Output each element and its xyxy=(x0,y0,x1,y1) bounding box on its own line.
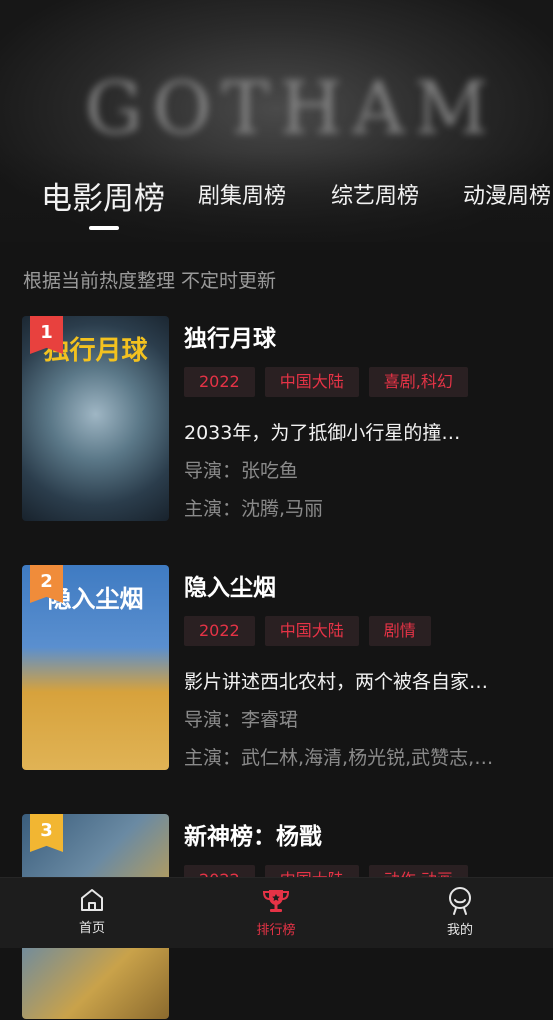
nav-ranking[interactable]: 排行榜 xyxy=(216,878,336,948)
profile-icon xyxy=(449,887,471,915)
movie-card[interactable]: 隐入尘烟 2 隐入尘烟 2022 中国大陆剧情 影片讲述西北农村，两个被各自家庭抛… xyxy=(22,565,553,771)
movie-title[interactable]: 新神榜：杨戬 xyxy=(184,817,322,851)
director-label: 导演： xyxy=(184,709,242,731)
nav-profile[interactable]: 我的 xyxy=(400,878,520,948)
director-label: 导演： xyxy=(184,460,242,482)
movie-director: 导演：张吃鱼 xyxy=(184,456,524,483)
nav-ranking-label: 排行榜 xyxy=(256,923,296,938)
movie-tags: 2022 中国大陆 剧情 xyxy=(184,616,441,646)
movie-poster[interactable]: 隐入尘烟 2 xyxy=(22,565,169,770)
cast-value: 武仁林,海清,杨光锐,武赞志,李生甫 xyxy=(241,747,506,769)
cast-label: 主演： xyxy=(184,747,242,769)
movie-poster[interactable]: 独行月球 1 xyxy=(22,316,169,521)
director-value: 李睿珺 xyxy=(241,709,299,731)
movie-cast: 主演：武仁林,海清,杨光锐,武赞志,李生甫 xyxy=(184,743,506,770)
tag-genre: 喜剧,科幻 xyxy=(368,367,468,397)
tab-series-weekly[interactable]: 剧集周榜 xyxy=(198,178,286,210)
active-tab-indicator xyxy=(89,226,119,230)
tab-variety-weekly[interactable]: 综艺周榜 xyxy=(331,178,419,210)
ranking-subtitle: 根据当前热度整理 不定时更新 xyxy=(23,270,277,292)
hero-banner-text: GOTHAM xyxy=(85,66,499,150)
movie-card[interactable]: 独行月球 1 独行月球 2022 中国大陆 喜剧,科幻 2033年，为了抵御小行星的… xyxy=(22,316,553,522)
tag-region: 中国大陆 xyxy=(264,616,359,646)
trophy-icon xyxy=(262,890,290,912)
tab-anime-weekly[interactable]: 动漫周榜 xyxy=(463,178,551,210)
director-value: 张吃鱼 xyxy=(241,460,299,482)
nav-profile-label: 我的 xyxy=(446,923,473,938)
tag-region: 中国大陆 xyxy=(264,367,359,397)
bottom-navigation: 首页 排行榜 我的 xyxy=(0,877,553,948)
nav-home-label: 首页 xyxy=(78,921,105,936)
tab-movie-weekly[interactable]: 电影周榜 xyxy=(41,173,165,218)
nav-home[interactable]: 首页 xyxy=(32,878,152,948)
tag-year: 2022 xyxy=(184,367,255,397)
rank-badge: 3 xyxy=(30,814,63,852)
movie-description: 2033年，为了抵御小行星的撞击， xyxy=(184,422,474,444)
home-icon xyxy=(81,889,103,911)
movie-tags: 2022 中国大陆 喜剧,科幻 xyxy=(184,367,478,397)
cast-label: 主演： xyxy=(184,498,242,520)
movie-director: 导演：李睿珺 xyxy=(184,705,524,732)
movie-description: 影片讲述西北农村，两个被各自家庭抛弃 xyxy=(184,671,489,693)
tag-year: 2022 xyxy=(184,616,255,646)
movie-title[interactable]: 隐入尘烟 xyxy=(184,568,276,602)
movie-title[interactable]: 独行月球 xyxy=(184,319,276,353)
tag-genre: 剧情 xyxy=(368,616,431,646)
ranking-tabs: 电影周榜 剧集周榜 综艺周榜 动漫周榜 xyxy=(0,168,553,238)
movie-cast: 主演：沈腾,马丽 xyxy=(184,494,524,521)
cast-value: 沈腾,马丽 xyxy=(241,498,324,520)
